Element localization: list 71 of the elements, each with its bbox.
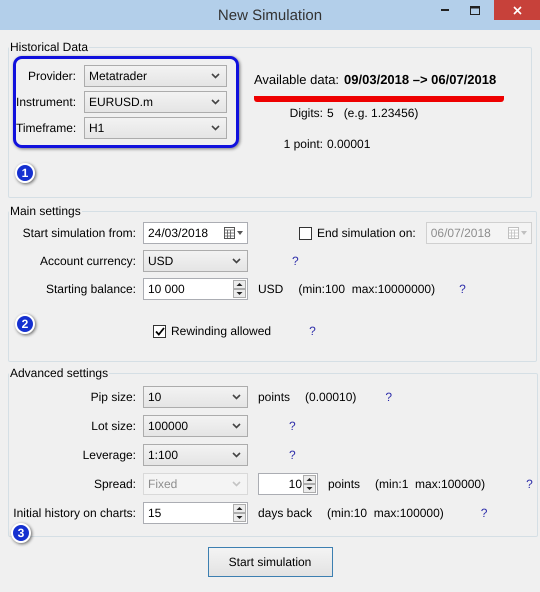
field-label: Timeframe:	[16, 120, 76, 137]
unit-label: days back	[258, 505, 312, 522]
help-link[interactable]: ?	[292, 252, 299, 270]
help-link[interactable]: ?	[459, 280, 466, 298]
checkbox-label: End simulation on:	[317, 225, 416, 242]
close-icon	[512, 6, 522, 14]
range-hint: (min:1 max:100000)	[375, 476, 486, 493]
digits-value: 5	[327, 104, 334, 122]
unit-label: points	[328, 476, 360, 493]
field-label: Spread:	[92, 476, 136, 493]
field-label: Account currency:	[38, 253, 136, 270]
available-data-range: 09/03/2018 –> 06/07/2018	[344, 71, 496, 89]
group-title: Historical Data	[9, 39, 90, 56]
field-label: 1 point:	[282, 136, 323, 152]
checkbox-label: Rewinding allowed	[171, 323, 272, 340]
unit-label: points	[258, 389, 290, 406]
field-label: Start simulation from:	[22, 225, 136, 242]
unit-label: USD	[258, 281, 284, 298]
field-label: Initial history on charts:	[13, 505, 136, 522]
minimize-icon	[441, 9, 449, 11]
dropdown[interactable]: 1:100	[143, 444, 248, 466]
number-spinner[interactable]: 10 000	[143, 278, 248, 300]
dropdown[interactable]: EURUSD.m	[84, 91, 227, 113]
start-simulation-button[interactable]: Start simulation	[208, 547, 332, 577]
field-label: Leverage:	[82, 447, 136, 464]
date-field[interactable]: 24/03/2018	[143, 222, 248, 244]
number-spinner[interactable]: 15	[143, 502, 248, 524]
window-title: New Simulation	[218, 6, 322, 26]
range-hint: (0.00010)	[305, 389, 356, 406]
chevron-down-icon	[232, 452, 241, 458]
group-title: Advanced settings	[9, 365, 110, 382]
maximize-icon	[470, 6, 480, 14]
step-marker: 1	[15, 162, 35, 182]
field-label: Digits:	[288, 104, 323, 122]
help-link[interactable]: ?	[480, 504, 488, 522]
dropdown[interactable]: Metatrader	[84, 65, 227, 87]
group-title: Main settings	[9, 203, 82, 220]
checkbox[interactable]	[153, 324, 166, 338]
dropdown[interactable]: 100000	[143, 415, 248, 437]
digits-example: (e.g. 1.23456)	[344, 104, 418, 122]
field-label: Lot size:	[90, 418, 136, 435]
spin-arrows-icon[interactable]	[233, 280, 246, 298]
point-value: 0.00001	[327, 136, 370, 152]
spin-arrows-icon[interactable]	[233, 504, 246, 522]
field-label: Pip size:	[90, 389, 136, 406]
close-button[interactable]	[494, 0, 540, 20]
chevron-down-icon	[211, 99, 220, 105]
chevron-down-icon	[232, 394, 241, 400]
check-icon	[154, 326, 164, 336]
help-link[interactable]: ?	[289, 417, 296, 435]
dropdown[interactable]: 10	[143, 386, 248, 408]
chevron-down-icon	[232, 481, 241, 487]
dropdown[interactable]: H1	[84, 117, 227, 139]
chevron-down-icon	[232, 258, 241, 264]
step-marker: 3	[11, 523, 31, 543]
help-link[interactable]: ?	[309, 322, 316, 340]
spin-arrows-icon[interactable]	[303, 475, 316, 493]
field-label: Instrument:	[16, 94, 76, 111]
chevron-down-icon	[211, 125, 220, 131]
step-marker: 2	[15, 314, 35, 334]
range-hint: (min:10 max:100000)	[327, 505, 444, 522]
dropdown[interactable]: USD	[143, 250, 248, 272]
range-hint: (min:100 max:10000000)	[298, 281, 436, 298]
field-label: Starting balance:	[44, 281, 136, 298]
chevron-down-icon	[232, 423, 241, 429]
calendar-icon[interactable]	[224, 227, 244, 239]
help-link[interactable]: ?	[385, 388, 392, 406]
field-label: Available data:	[254, 71, 340, 89]
field-label: Provider:	[26, 68, 76, 85]
help-link[interactable]: ?	[289, 446, 296, 464]
chevron-down-icon	[211, 73, 220, 79]
